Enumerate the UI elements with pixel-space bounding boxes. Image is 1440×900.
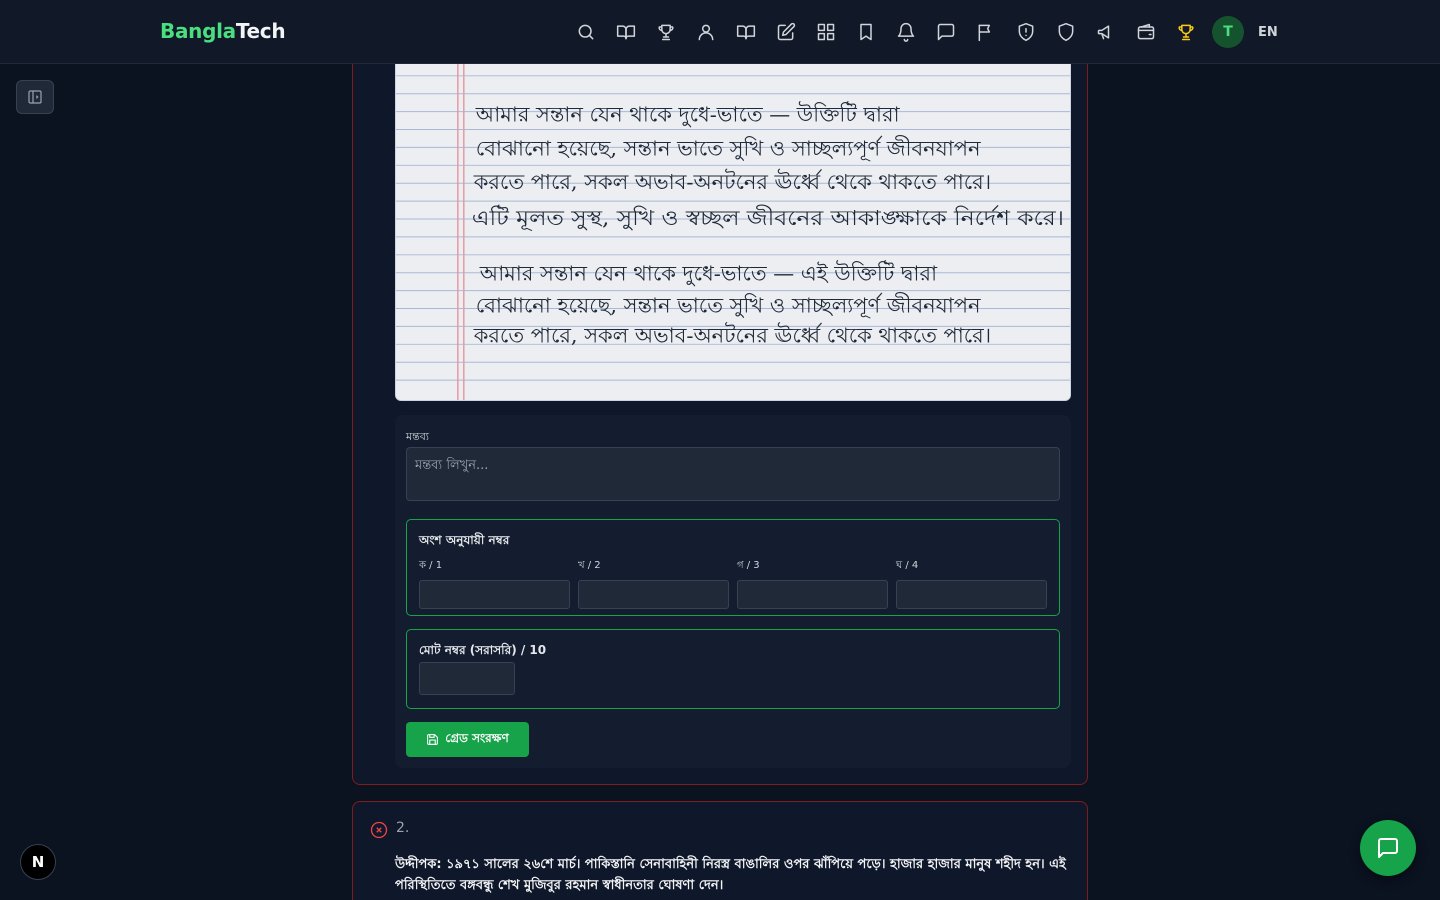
answer-line-1: আমার সন্তান যেন থাকে দুধে-ভাতে — উক্তিটি… bbox=[475, 102, 901, 127]
part-kha-label: খ / 2 bbox=[578, 560, 601, 571]
part-gha-input[interactable] bbox=[896, 580, 1047, 609]
total-marks-label: মোট নম্বর (সরাসরি) / 10 bbox=[419, 643, 547, 657]
part-ka-label: ক / 1 bbox=[419, 560, 443, 571]
handwritten-answer-sheet: আমার সন্তান যেন থাকে দুধে-ভাতে — উক্তিটি… bbox=[396, 42, 1070, 400]
question-card-1: আমার সন্তান যেন থাকে দুধে-ভাতে — উক্তিটি… bbox=[352, 40, 1088, 785]
edit-icon[interactable] bbox=[766, 12, 806, 52]
comment-label: মন্তব্য bbox=[406, 430, 430, 443]
answer-image[interactable]: আমার সন্তান যেন থাকে দুধে-ভাতে — উক্তিটি… bbox=[395, 41, 1071, 401]
brand-part-2: Tech bbox=[235, 19, 286, 43]
shield-alert-icon[interactable] bbox=[1006, 12, 1046, 52]
trophy-icon[interactable] bbox=[1166, 12, 1206, 52]
megaphone-icon[interactable] bbox=[1086, 12, 1126, 52]
nav-icons: T EN bbox=[566, 12, 1278, 52]
question-card-2: 2. উদ্দীপক: ১৯৭১ সালের ২৬শে মার্চ। পাকিস… bbox=[352, 801, 1088, 900]
part-ka-input[interactable] bbox=[419, 580, 570, 609]
framework-badge[interactable]: N bbox=[20, 844, 56, 880]
question-number: 2. bbox=[396, 820, 410, 836]
chat-icon bbox=[1378, 838, 1398, 858]
part-ga-label: গ / 3 bbox=[737, 560, 760, 571]
part-marks-title: অংশ অনুযায়ী নম্বর bbox=[419, 533, 510, 547]
part-ka: ক / 1 bbox=[419, 558, 570, 609]
part-gha-label: ঘ / 4 bbox=[896, 560, 919, 571]
book-open-icon[interactable] bbox=[606, 12, 646, 52]
answer-line-4: এটি মূলত সুস্থ, সুখি ও স্বচ্ছল জীবনের আক… bbox=[472, 205, 1064, 230]
total-marks-section: মোট নম্বর (সরাসরি) / 10 bbox=[406, 629, 1060, 709]
sidebar-toggle-button[interactable] bbox=[16, 80, 54, 114]
grading-panel: মন্তব্য অংশ অনুযায়ী নম্বর ক / 1 খ / 2 গ… bbox=[395, 415, 1071, 768]
wallet-icon[interactable] bbox=[1126, 12, 1166, 52]
question-stimulus: উদ্দীপক: ১৯৭১ সালের ২৬শে মার্চ। পাকিস্তা… bbox=[395, 857, 1066, 893]
grid-icon[interactable] bbox=[806, 12, 846, 52]
shield-icon[interactable] bbox=[1046, 12, 1086, 52]
save-icon bbox=[427, 734, 439, 745]
part-marks-section: অংশ অনুযায়ী নম্বর ক / 1 খ / 2 গ / 3 ঘ /… bbox=[406, 519, 1060, 616]
message-icon[interactable] bbox=[926, 12, 966, 52]
incorrect-status bbox=[370, 821, 388, 839]
answer-line-6: বোঝানো হয়েছে, সন্তান ভাতে সুখি ও সাচ্ছল… bbox=[476, 293, 981, 318]
answer-line-3: করতে পারে, সকল অভাব-অনটনের ঊর্ধ্বে থেকে … bbox=[473, 169, 991, 194]
search-icon[interactable] bbox=[566, 12, 606, 52]
users-icon[interactable] bbox=[686, 12, 726, 52]
answer-line-5: আমার সন্তান যেন থাকে দুধে-ভাতে — এই উক্ত… bbox=[479, 261, 938, 286]
save-grade-button[interactable]: গ্রেড সংরক্ষণ bbox=[406, 722, 529, 757]
answer-line-7: করতে পারে, সকল অভাব-অনটনের ঊর্ধ্বে থেকে … bbox=[473, 322, 991, 347]
x-circle-icon bbox=[370, 821, 388, 839]
brand-logo[interactable]: BanglaTech bbox=[160, 19, 286, 43]
trophy-icon[interactable] bbox=[646, 12, 686, 52]
chat-button[interactable] bbox=[1360, 820, 1416, 876]
part-kha-input[interactable] bbox=[578, 580, 729, 609]
comment-input[interactable] bbox=[406, 447, 1060, 501]
save-grade-label: গ্রেড সংরক্ষণ bbox=[445, 730, 509, 745]
avatar[interactable]: T bbox=[1212, 16, 1244, 48]
part-ga: গ / 3 bbox=[737, 558, 888, 609]
top-navbar: BanglaTech T EN bbox=[0, 0, 1440, 64]
bookmark-icon[interactable] bbox=[846, 12, 886, 52]
bell-icon[interactable] bbox=[886, 12, 926, 52]
language-toggle[interactable]: EN bbox=[1258, 25, 1278, 40]
brand-part-1: Bangla bbox=[160, 19, 236, 43]
total-marks-input[interactable] bbox=[419, 662, 515, 695]
panel-left-icon bbox=[28, 90, 42, 104]
book-open-icon[interactable] bbox=[726, 12, 766, 52]
part-kha: খ / 2 bbox=[578, 558, 729, 609]
answer-line-2: বোঝানো হয়েছে, সন্তান ভাতে সুখি ও সাচ্ছল… bbox=[476, 135, 981, 160]
part-ga-input[interactable] bbox=[737, 580, 888, 609]
flag-icon[interactable] bbox=[966, 12, 1006, 52]
part-gha: ঘ / 4 bbox=[896, 558, 1047, 609]
